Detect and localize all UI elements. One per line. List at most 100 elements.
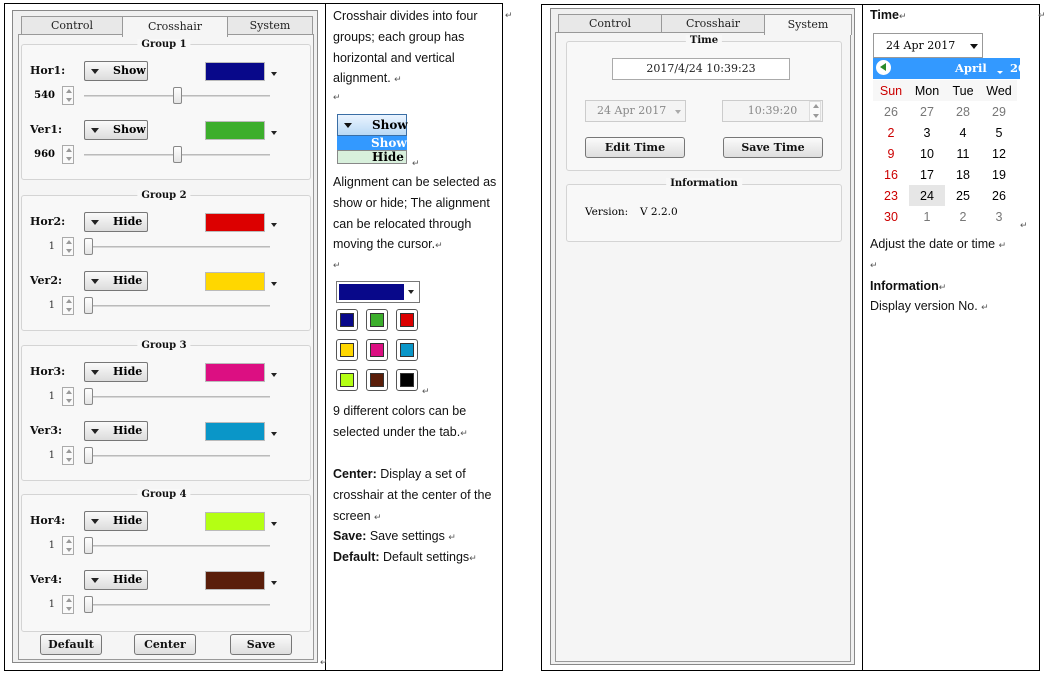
tab-control[interactable]: Control bbox=[21, 16, 123, 34]
calendar-day[interactable]: 12 bbox=[981, 143, 1017, 164]
calendar-day[interactable]: 17 bbox=[909, 164, 945, 185]
calendar-day[interactable]: 5 bbox=[981, 122, 1017, 143]
position-spinner[interactable] bbox=[62, 446, 74, 465]
chevron-down-icon[interactable] bbox=[271, 373, 277, 377]
chevron-down-icon[interactable] bbox=[271, 282, 277, 286]
color-swatch[interactable] bbox=[205, 272, 265, 291]
calendar-day[interactable]: 9 bbox=[873, 143, 909, 164]
color-swatch[interactable] bbox=[205, 121, 265, 140]
chevron-down-icon[interactable] bbox=[271, 432, 277, 436]
time-spinner[interactable] bbox=[809, 101, 821, 121]
calendar-day[interactable]: 1 bbox=[909, 206, 945, 227]
color-option-cyan[interactable] bbox=[396, 339, 418, 361]
color-swatch[interactable] bbox=[205, 422, 265, 441]
calendar-day[interactable]: 16 bbox=[873, 164, 909, 185]
position-slider-track[interactable] bbox=[84, 396, 270, 398]
visibility-dropdown[interactable]: Hide bbox=[84, 511, 148, 531]
position-spinner[interactable] bbox=[62, 237, 74, 256]
dropdown-option-show[interactable]: Show bbox=[337, 136, 407, 150]
calendar-year[interactable]: 20 bbox=[1010, 61, 1020, 75]
calendar-day[interactable]: 26 bbox=[873, 101, 909, 122]
position-spinner[interactable] bbox=[62, 536, 74, 555]
calendar-day[interactable]: 26 bbox=[981, 185, 1017, 206]
calendar-date-select[interactable]: 24 Apr 2017 bbox=[873, 33, 983, 58]
save-time-button[interactable]: Save Time bbox=[723, 137, 823, 158]
position-spinner[interactable] bbox=[62, 387, 74, 406]
color-option-green[interactable] bbox=[366, 309, 388, 331]
calendar-day[interactable]: 27 bbox=[909, 101, 945, 122]
visibility-dropdown[interactable]: Hide bbox=[84, 421, 148, 441]
center-button[interactable]: Center bbox=[134, 634, 196, 655]
visibility-dropdown[interactable]: Hide bbox=[84, 271, 148, 291]
calendar-day[interactable]: 30 bbox=[873, 206, 909, 227]
visibility-dropdown[interactable]: Hide bbox=[84, 212, 148, 232]
color-swatch[interactable] bbox=[205, 363, 265, 382]
calendar-day[interactable]: 18 bbox=[945, 164, 981, 185]
tab-crosshair[interactable]: Crosshair bbox=[661, 14, 765, 32]
save-button[interactable]: Save bbox=[230, 634, 292, 655]
dropdown-option-hide[interactable]: Hide bbox=[337, 150, 407, 164]
tab-system[interactable]: System bbox=[764, 14, 852, 35]
position-slider-thumb[interactable] bbox=[84, 238, 93, 255]
calendar-day[interactable]: 2 bbox=[945, 206, 981, 227]
color-swatch[interactable] bbox=[205, 512, 265, 531]
position-slider-track[interactable] bbox=[84, 305, 270, 307]
calendar-day[interactable]: 28 bbox=[945, 101, 981, 122]
calendar-day[interactable]: 19 bbox=[981, 164, 1017, 185]
calendar-day[interactable]: 3 bbox=[981, 206, 1017, 227]
color-option-black[interactable] bbox=[396, 369, 418, 391]
position-slider-thumb[interactable] bbox=[84, 388, 93, 405]
tab-system[interactable]: System bbox=[227, 16, 313, 34]
date-picker-field[interactable]: 24 Apr 2017 bbox=[585, 100, 686, 122]
position-slider-track[interactable] bbox=[84, 604, 270, 606]
calendar-day[interactable]: 2 bbox=[873, 122, 909, 143]
color-swatch[interactable] bbox=[205, 213, 265, 232]
position-slider-thumb[interactable] bbox=[84, 596, 93, 613]
position-slider-track[interactable] bbox=[84, 545, 270, 547]
position-slider-track[interactable] bbox=[84, 246, 270, 248]
calendar-month[interactable]: April bbox=[955, 61, 987, 75]
chevron-down-icon[interactable] bbox=[271, 223, 277, 227]
visibility-dropdown[interactable]: Show bbox=[84, 120, 148, 140]
visibility-dropdown[interactable]: Show bbox=[84, 61, 148, 81]
color-swatch[interactable] bbox=[205, 62, 265, 81]
position-spinner[interactable] bbox=[62, 595, 74, 614]
color-chip bbox=[370, 313, 384, 327]
color-option-navy[interactable] bbox=[336, 309, 358, 331]
calendar-day[interactable]: 11 bbox=[945, 143, 981, 164]
color-option-magenta[interactable] bbox=[366, 339, 388, 361]
visibility-dropdown[interactable]: Hide bbox=[84, 362, 148, 382]
color-option-lime[interactable] bbox=[336, 369, 358, 391]
position-slider-track[interactable] bbox=[84, 455, 270, 457]
position-spinner[interactable] bbox=[62, 86, 74, 105]
position-spinner[interactable] bbox=[62, 145, 74, 164]
position-slider-thumb[interactable] bbox=[84, 447, 93, 464]
position-slider-thumb[interactable] bbox=[173, 87, 182, 104]
position-slider-thumb[interactable] bbox=[84, 537, 93, 554]
chevron-down-icon[interactable] bbox=[271, 131, 277, 135]
default-button[interactable]: Default bbox=[40, 634, 102, 655]
calendar-day[interactable]: 29 bbox=[981, 101, 1017, 122]
position-slider-thumb[interactable] bbox=[173, 146, 182, 163]
time-field[interactable]: 10:39:20 bbox=[722, 100, 823, 122]
tab-crosshair[interactable]: Crosshair bbox=[122, 16, 228, 37]
color-dropdown-sample[interactable] bbox=[336, 281, 420, 303]
color-option-red[interactable] bbox=[396, 309, 418, 331]
visibility-dropdown[interactable]: Hide bbox=[84, 570, 148, 590]
tab-control[interactable]: Control bbox=[558, 14, 662, 32]
calendar-day[interactable]: 24 bbox=[909, 185, 945, 206]
chevron-down-icon[interactable] bbox=[271, 581, 277, 585]
position-spinner[interactable] bbox=[62, 296, 74, 315]
color-option-yellow[interactable] bbox=[336, 339, 358, 361]
edit-time-button[interactable]: Edit Time bbox=[585, 137, 685, 158]
position-slider-thumb[interactable] bbox=[84, 297, 93, 314]
calendar-day[interactable]: 10 bbox=[909, 143, 945, 164]
chevron-down-icon[interactable] bbox=[271, 72, 277, 76]
calendar-day[interactable]: 25 bbox=[945, 185, 981, 206]
calendar-day[interactable]: 4 bbox=[945, 122, 981, 143]
calendar-day[interactable]: 23 bbox=[873, 185, 909, 206]
color-option-brown[interactable] bbox=[366, 369, 388, 391]
chevron-down-icon[interactable] bbox=[271, 522, 277, 526]
color-swatch[interactable] bbox=[205, 571, 265, 590]
calendar-day[interactable]: 3 bbox=[909, 122, 945, 143]
